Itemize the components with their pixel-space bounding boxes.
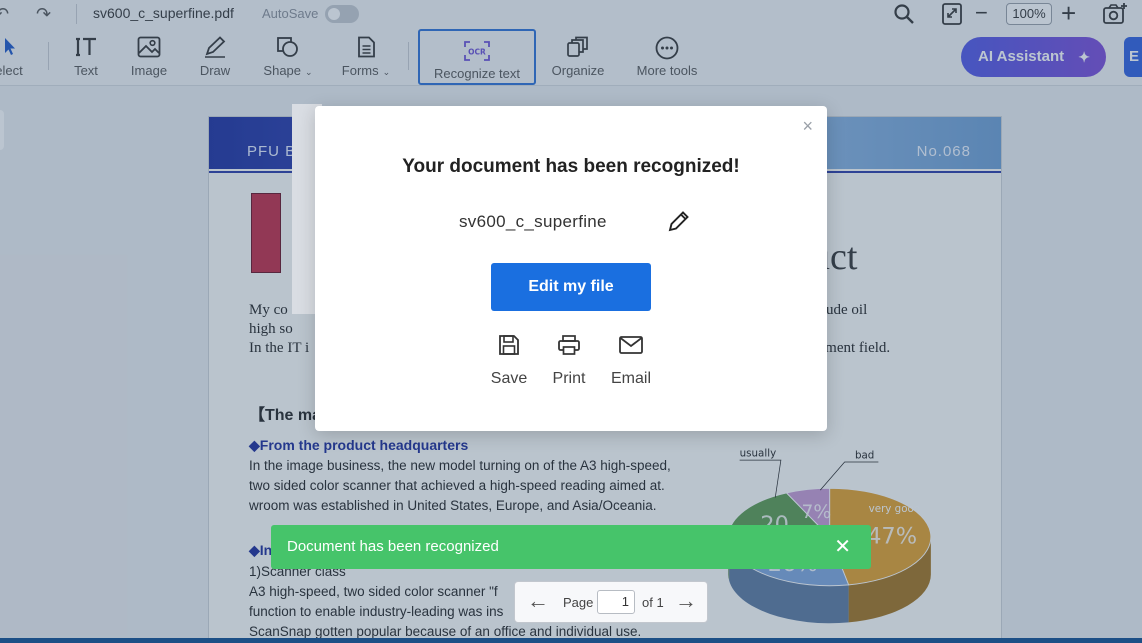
recognition-dialog: × Your document has been recognized! sv6… xyxy=(315,106,827,431)
close-icon[interactable]: ✕ xyxy=(834,525,851,569)
page-label: Page xyxy=(563,595,594,610)
page-number-input[interactable]: 1 xyxy=(597,590,635,614)
edit-my-file-button[interactable]: Edit my file xyxy=(491,263,651,311)
mail-icon xyxy=(606,334,656,362)
print-label: Print xyxy=(552,370,586,387)
printer-icon xyxy=(546,334,592,362)
dialog-title: Your document has been recognized! xyxy=(402,156,740,177)
arrow-left-icon[interactable]: ← xyxy=(527,588,549,614)
pencil-icon[interactable] xyxy=(667,209,691,238)
page-count: of 1 xyxy=(642,595,664,610)
print-action[interactable]: Print xyxy=(546,334,592,388)
arrow-right-icon[interactable]: → xyxy=(675,588,697,614)
toast-message: Document has been recognized xyxy=(287,538,499,555)
email-label: Email xyxy=(610,370,651,387)
save-label: Save xyxy=(490,370,528,387)
success-toast: Document has been recognized ✕ xyxy=(271,525,871,569)
save-action[interactable]: Save xyxy=(485,334,533,388)
page-navigator: ← Page 1 of 1 → xyxy=(514,581,708,623)
close-icon[interactable]: × xyxy=(802,116,813,137)
status-strip xyxy=(0,638,1142,643)
file-name-field[interactable]: sv600_c_superfine xyxy=(459,212,607,232)
email-action[interactable]: Email xyxy=(606,334,656,388)
save-icon xyxy=(485,334,533,362)
